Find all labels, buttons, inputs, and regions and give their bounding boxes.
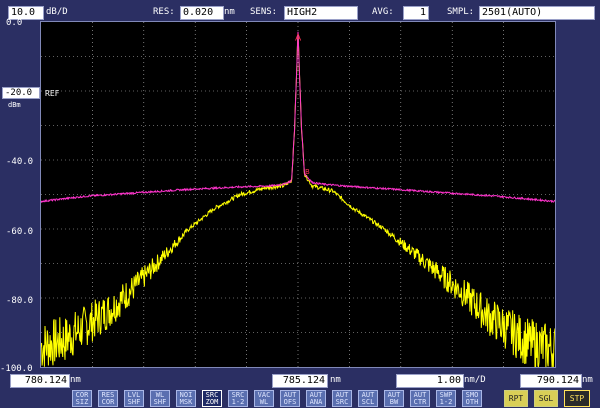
softkey-line2: SHF [127, 398, 141, 406]
span-field[interactable]: 1.00 [396, 374, 464, 388]
res-field[interactable]: 0.020 [180, 6, 224, 20]
softkey-line2: 1-2 [439, 398, 453, 406]
avg-label: AVG: [372, 7, 394, 17]
sens-label: SENS: [250, 7, 278, 17]
softkey-line2: SCL [361, 398, 375, 406]
softkey-line2: SRC [335, 398, 349, 406]
marker-b[interactable]: B [305, 168, 310, 176]
softkey-res-cor[interactable]: RES COR [98, 390, 118, 407]
softkey-line2: ZOM [205, 398, 219, 406]
softkey-line2: SHF [153, 398, 167, 406]
trace-b-line [41, 33, 555, 367]
start-wavelength-field[interactable]: 780.124 [10, 374, 70, 388]
stop-sweep-button[interactable]: STP [564, 390, 590, 407]
ref-marker-label: REF [45, 89, 60, 98]
avg-field[interactable]: 1 [403, 6, 429, 20]
softkey-line2: MSK [179, 398, 193, 406]
softkey-aut-ofs[interactable]: AUT OFS [280, 390, 300, 407]
softkey-aut-scl[interactable]: AUT SCL [358, 390, 378, 407]
softkey-aut-bw[interactable]: AUT BW [384, 390, 404, 407]
y-tick-40: -40.0 [6, 157, 34, 167]
softkey-cor-siz[interactable]: COR SIZ [72, 390, 92, 407]
softkey-line2: COR [101, 398, 115, 406]
softkey-lvl-shf[interactable]: LVL SHF [124, 390, 144, 407]
span-unit: nm/D [464, 375, 486, 385]
softkey-src-12[interactable]: SRC 1-2 [228, 390, 248, 407]
single-sweep-button[interactable]: SGL [534, 390, 558, 407]
smpl-field[interactable]: 2501(AUTO) [479, 6, 595, 20]
softkey-line2: WL [259, 398, 269, 406]
softkey-aut-ana[interactable]: AUT ANA [306, 390, 326, 407]
y-tick-80: -80.0 [6, 296, 34, 306]
scale-unit: dB/D [46, 7, 68, 17]
softkey-line2: OTH [465, 398, 479, 406]
softkey-aut-ctr[interactable]: AUT CTR [410, 390, 430, 407]
repeat-sweep-button[interactable]: RPT [504, 390, 528, 407]
y-tick-100: -100.0 [0, 364, 33, 374]
softkey-noi-msk[interactable]: NOI MSK [176, 390, 196, 407]
spectrum-plot[interactable]: REF A B [40, 21, 556, 368]
softkey-line2: ANA [309, 398, 323, 406]
res-label: RES: [153, 7, 175, 17]
marker-a[interactable]: A [295, 33, 302, 43]
softkey-vac-wl[interactable]: VAC WL [254, 390, 274, 407]
softkey-smo-oth[interactable]: SMO OTH [462, 390, 482, 407]
softkey-aut-src[interactable]: AUT SRC [332, 390, 352, 407]
softkey-wl-shf[interactable]: WL SHF [150, 390, 170, 407]
y-tick-60: -60.0 [6, 227, 34, 237]
spectrum-svg: REF A B [41, 22, 555, 367]
softkey-swp-12[interactable]: SWP 1-2 [436, 390, 456, 407]
y-tick-0: 0.0 [6, 18, 23, 28]
ref-level-field[interactable]: -20.0 [2, 87, 40, 99]
stop-wavelength-field[interactable]: 790.124 [520, 374, 582, 388]
ref-unit: dBm [8, 101, 21, 109]
start-unit: nm [70, 375, 81, 385]
center-unit: nm [330, 375, 341, 385]
softkey-line2: SIZ [75, 398, 89, 406]
softkey-src-zom[interactable]: SRC ZOM [202, 390, 222, 407]
stop-unit: nm [582, 375, 593, 385]
sens-field[interactable]: HIGH2 [284, 6, 358, 20]
softkey-line2: 1-2 [231, 398, 245, 406]
softkey-line2: OFS [283, 398, 297, 406]
smpl-label: SMPL: [447, 7, 475, 17]
center-wavelength-field[interactable]: 785.124 [272, 374, 328, 388]
softkey-line2: BW [389, 398, 399, 406]
res-unit: nm [224, 7, 235, 17]
softkey-line2: CTR [413, 398, 427, 406]
trace-a-line [41, 31, 555, 204]
